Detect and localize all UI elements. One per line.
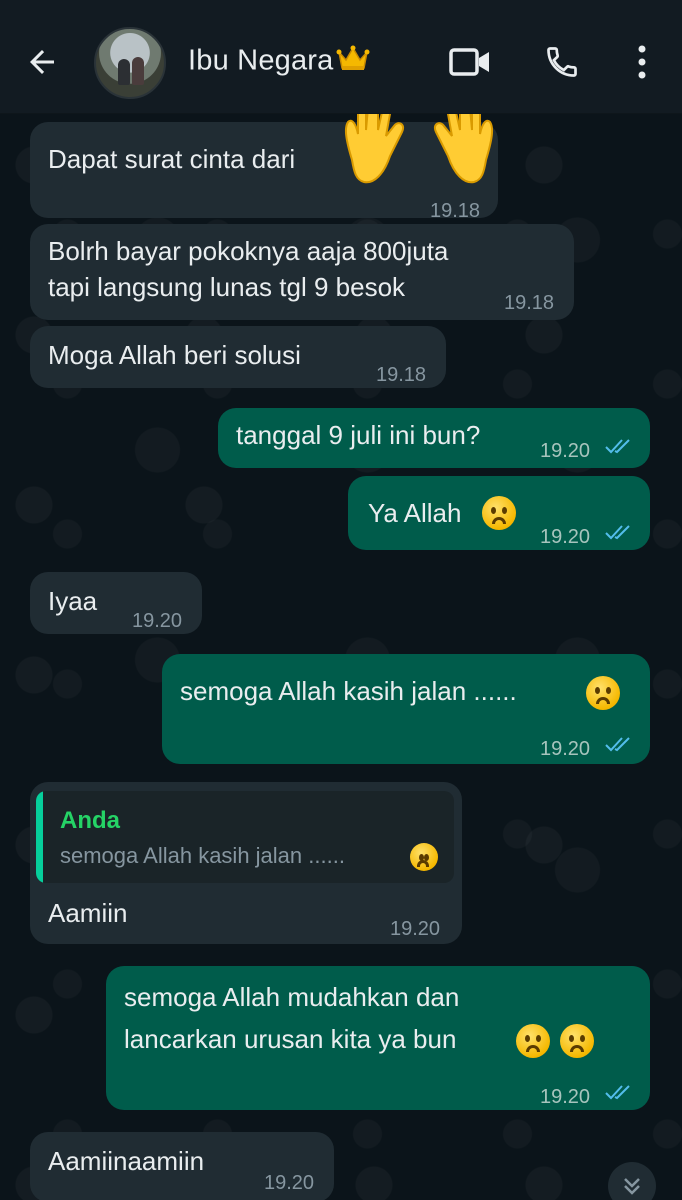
message-outgoing[interactable]: tanggal 9 juli ini bun? 19.20 — [218, 408, 650, 468]
message-time: 19.20 — [132, 610, 183, 632]
message-incoming[interactable]: Moga Allah beri solusi 19.18 — [30, 326, 446, 388]
message-text: Aamiinaamiin — [48, 1146, 205, 1176]
disappointed-face-emoji-icon — [560, 1024, 594, 1058]
double-check-icon — [605, 737, 630, 752]
chat-area[interactable]: Dapat surat cinta dari 19.18 Bolrh bayar… — [0, 114, 682, 1200]
disappointed-face-emoji-icon — [586, 676, 620, 710]
message-text-line: Bolrh bayar pokoknya aaja 800juta — [48, 236, 449, 266]
message-text: semoga Allah kasih jalan ...... — [180, 676, 517, 706]
message-text: Iyaa — [48, 586, 98, 616]
message-text-line: lancarkan urusan kita ya bun — [124, 1024, 457, 1054]
video-camera-icon[interactable] — [446, 38, 494, 86]
message-time: 19.20 — [540, 1086, 591, 1108]
message-text: Moga Allah beri solusi — [48, 340, 301, 370]
message-outgoing[interactable]: semoga Allah mudahkan dan lancarkan urus… — [106, 966, 650, 1110]
more-vert-icon[interactable] — [618, 38, 666, 86]
contact-name-text: Ibu Negara — [188, 44, 334, 77]
double-check-icon — [605, 525, 630, 540]
chat-header: Ibu Negara — [0, 0, 682, 114]
contact-name[interactable]: Ibu Negara — [188, 44, 370, 80]
message-time: 19.18 — [376, 364, 427, 386]
double-check-icon — [605, 1085, 630, 1100]
disappointed-face-emoji-icon — [516, 1024, 550, 1058]
message-time: 19.18 — [504, 292, 555, 314]
message-incoming[interactable]: Bolrh bayar pokoknya aaja 800juta tapi l… — [30, 224, 574, 320]
chevron-double-down-icon — [624, 1178, 640, 1195]
raised-hand-emoji-icon — [420, 114, 494, 186]
message-time: 19.20 — [540, 738, 591, 760]
message-text-line: semoga Allah mudahkan dan — [124, 982, 460, 1012]
crown-icon — [336, 44, 370, 80]
message-outgoing[interactable]: semoga Allah kasih jalan ...... 19.20 — [162, 654, 650, 764]
message-time: 19.20 — [264, 1172, 315, 1194]
message-time: 19.20 — [390, 918, 441, 940]
message-time: 19.20 — [540, 440, 591, 462]
frowning-face-emoji-icon — [482, 496, 516, 530]
double-check-icon — [605, 439, 630, 454]
message-outgoing[interactable]: Ya Allah 19.20 — [348, 476, 650, 550]
avatar[interactable] — [94, 27, 166, 99]
message-text: Dapat surat cinta dari — [48, 144, 296, 174]
message-text: Ya Allah — [368, 498, 462, 528]
raised-hand-emoji-icon — [338, 114, 408, 186]
quote-bar — [36, 791, 43, 883]
message-incoming[interactable]: Aamiinaamiin 19.20 — [30, 1132, 334, 1200]
avatar-figure — [132, 57, 144, 85]
message-text: Aamiin — [48, 898, 128, 928]
quoted-author: Anda — [60, 807, 120, 834]
message-text: tanggal 9 juli ini bun? — [236, 420, 481, 450]
phone-icon[interactable] — [538, 38, 586, 86]
message-incoming[interactable]: Iyaa 19.20 — [30, 572, 202, 634]
disappointed-face-emoji-icon — [410, 843, 438, 871]
message-text-line: tapi langsung lunas tgl 9 besok — [48, 272, 406, 302]
avatar-figure — [118, 59, 130, 85]
quoted-text: semoga Allah kasih jalan ...... — [60, 843, 345, 868]
back-arrow-icon[interactable] — [20, 40, 64, 84]
quoted-reply[interactable]: Anda semoga Allah kasih jalan ...... — [36, 791, 454, 883]
message-time: 19.20 — [540, 526, 591, 548]
